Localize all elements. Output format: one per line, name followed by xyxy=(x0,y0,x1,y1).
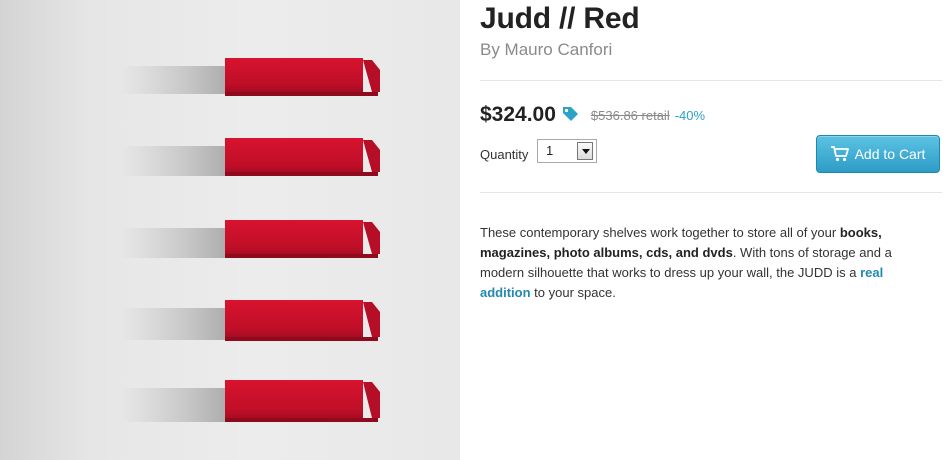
product-byline: By Mauro Canfori xyxy=(480,40,613,59)
shopping-cart-icon xyxy=(830,146,849,162)
retail-price: $536.86 retail xyxy=(590,107,670,123)
product-image xyxy=(0,0,460,460)
sale-price: $324.00 xyxy=(480,103,556,126)
product-info: Judd // Red By Mauro Canfori $324.00 $53… xyxy=(480,0,942,460)
product-title: Judd // Red xyxy=(480,2,640,35)
shelf-4 xyxy=(120,300,380,341)
chevron-down-icon[interactable] xyxy=(577,142,593,160)
add-to-cart-button[interactable]: Add to Cart xyxy=(816,135,940,173)
quantity-value: 1 xyxy=(546,143,554,158)
price-row: $324.00 $536.86 retail -40% xyxy=(480,103,705,127)
quantity-label: Quantity xyxy=(480,147,529,162)
divider xyxy=(480,192,942,193)
quantity-select[interactable]: 1 xyxy=(537,139,597,163)
shelves-illustration xyxy=(120,58,380,422)
discount-badge: -40% xyxy=(674,107,706,123)
description-text: These contemporary shelves work together… xyxy=(480,225,840,240)
price-tag-icon xyxy=(562,106,579,123)
shelf-2 xyxy=(120,138,380,176)
description-text: to your space. xyxy=(530,285,616,300)
add-to-cart-label: Add to Cart xyxy=(854,146,926,162)
shelf-1 xyxy=(120,58,380,96)
product-description: These contemporary shelves work together… xyxy=(480,223,920,303)
shelf-5 xyxy=(120,380,380,422)
shelf-3 xyxy=(120,220,380,258)
divider xyxy=(480,80,942,81)
